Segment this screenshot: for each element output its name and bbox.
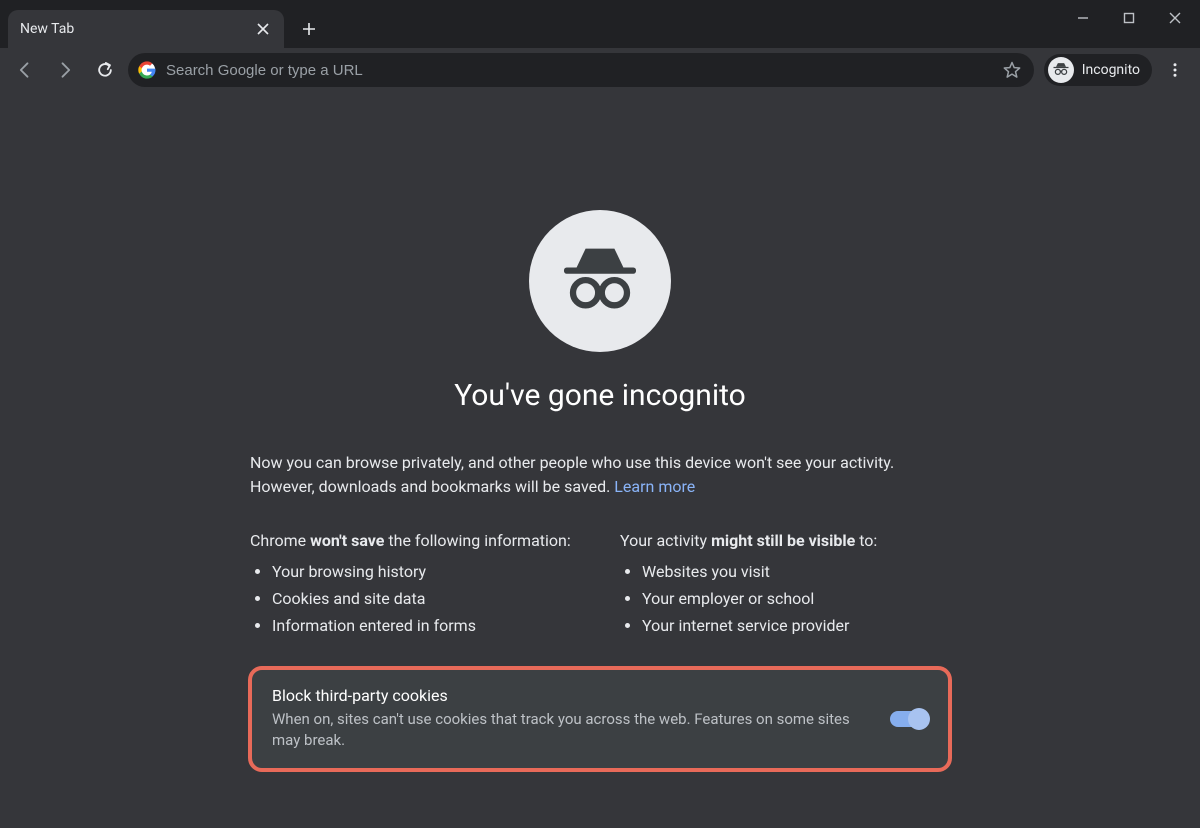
tab-title: New Tab <box>20 21 244 37</box>
incognito-hero-icon <box>529 210 671 352</box>
bookmark-star-icon[interactable] <box>1002 60 1024 80</box>
visible-to-column: Your activity might still be visible to:… <box>620 531 950 640</box>
wont-save-heading: Chrome won't save the following informat… <box>250 531 580 550</box>
incognito-icon <box>1048 57 1074 83</box>
block-cookies-toggle[interactable] <box>890 711 928 727</box>
page-title: You've gone incognito <box>454 378 746 413</box>
address-bar[interactable] <box>128 53 1034 87</box>
window-controls <box>1060 0 1198 36</box>
list-item: Your internet service provider <box>642 612 950 639</box>
list-item: Websites you visit <box>642 558 950 585</box>
list-item: Information entered in forms <box>272 612 580 639</box>
back-button[interactable] <box>8 53 42 87</box>
search-input[interactable] <box>166 62 992 79</box>
reload-button[interactable] <box>88 53 122 87</box>
visible-to-heading: Your activity might still be visible to: <box>620 531 950 550</box>
list-item: Your employer or school <box>642 585 950 612</box>
toolbar: Incognito <box>0 48 1200 92</box>
intro-text: Now you can browse privately, and other … <box>250 451 950 499</box>
list-item: Your browsing history <box>272 558 580 585</box>
new-tab-button[interactable] <box>294 14 324 44</box>
titlebar: New Tab <box>0 0 1200 48</box>
browser-tab[interactable]: New Tab <box>8 10 284 48</box>
close-window-icon[interactable] <box>1152 0 1198 36</box>
learn-more-link[interactable]: Learn more <box>614 477 695 496</box>
close-tab-icon[interactable] <box>254 20 272 38</box>
incognito-page: You've gone incognito Now you can browse… <box>0 92 1200 828</box>
list-item: Cookies and site data <box>272 585 580 612</box>
forward-button[interactable] <box>48 53 82 87</box>
incognito-badge-label: Incognito <box>1082 62 1140 78</box>
info-columns: Chrome won't save the following informat… <box>250 531 950 640</box>
google-icon <box>138 61 156 79</box>
block-cookies-title: Block third-party cookies <box>272 686 870 705</box>
wont-save-column: Chrome won't save the following informat… <box>250 531 580 640</box>
block-cookies-desc: When on, sites can't use cookies that tr… <box>272 709 870 753</box>
block-cookies-card: Block third-party cookies When on, sites… <box>250 668 950 771</box>
menu-button[interactable] <box>1158 53 1192 87</box>
minimize-icon[interactable] <box>1060 0 1106 36</box>
incognito-badge[interactable]: Incognito <box>1044 54 1152 86</box>
maximize-icon[interactable] <box>1106 0 1152 36</box>
